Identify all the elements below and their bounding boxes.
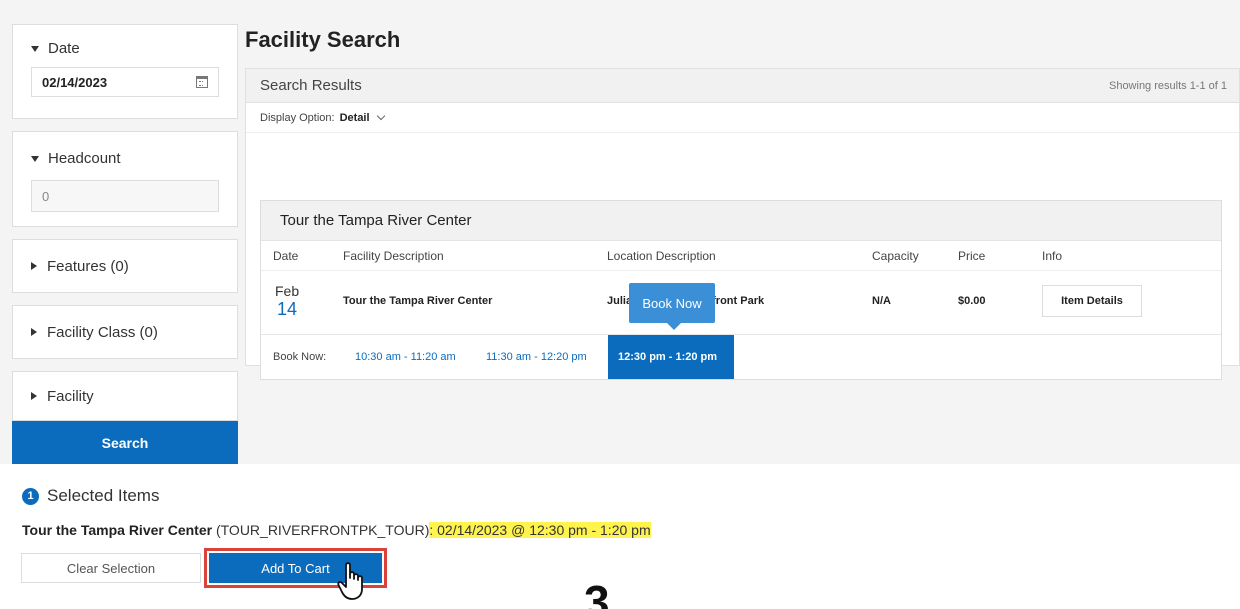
- selected-items-title: Selected Items: [47, 486, 160, 505]
- caret-right-icon: [31, 262, 37, 270]
- facility-class-label: Facility Class (0): [47, 323, 158, 341]
- facility-class-toggle[interactable]: Facility Class (0): [31, 324, 158, 341]
- chevron-down-icon[interactable]: [376, 111, 385, 120]
- row-facility: Tour the Tampa River Center: [343, 295, 493, 307]
- book-now-tooltip: Book Now: [629, 283, 715, 330]
- selected-item-name: Tour the Tampa River Center: [22, 522, 213, 538]
- main-content: Facility Search Search Results Showing r…: [245, 24, 1240, 380]
- col-price: Price: [958, 249, 986, 263]
- selected-items-header: 1 Selected Items: [22, 486, 159, 506]
- calendar-icon[interactable]: [196, 76, 208, 88]
- row-month: Feb: [275, 283, 300, 299]
- filter-sidebar: Date 02/14/2023 Headcount 0 Features (0)…: [12, 24, 238, 465]
- time-slot-1130[interactable]: 11:30 am - 12:20 pm: [486, 335, 587, 379]
- row-day: 14: [277, 299, 298, 319]
- facility-label: Facility: [47, 387, 94, 405]
- results-header: Search Results Showing results 1-1 of 1: [246, 69, 1239, 103]
- clear-selection-button[interactable]: Clear Selection: [21, 553, 201, 583]
- caret-right-icon: [31, 392, 37, 400]
- row-price: $0.00: [958, 295, 986, 307]
- col-info: Info: [1042, 249, 1063, 263]
- selected-item-line: Tour the Tampa River Center (TOUR_RIVERF…: [22, 522, 651, 538]
- page-title: Facility Search: [245, 27, 401, 52]
- row-capacity: N/A: [872, 295, 891, 307]
- table-row: Feb 14 Tour the Tampa River Center Julia…: [261, 271, 1221, 335]
- col-date: Date: [273, 249, 299, 263]
- display-option-label: Display Option:: [260, 111, 335, 124]
- display-option-select[interactable]: Detail: [340, 112, 370, 124]
- facility-panel[interactable]: Facility: [12, 371, 238, 421]
- step-number: 3: [584, 579, 610, 609]
- headcount-value: 0: [42, 188, 50, 204]
- col-location: Location Description: [607, 249, 716, 263]
- selected-count-badge: 1: [22, 487, 39, 505]
- date-panel: Date 02/14/2023: [12, 24, 238, 119]
- headcount-panel: Headcount 0: [12, 131, 238, 227]
- caret-down-icon: [31, 45, 39, 52]
- features-panel[interactable]: Features (0): [12, 239, 238, 293]
- selected-item-code: (TOUR_RIVERFRONTPK_TOUR): [215, 522, 430, 538]
- date-label: Date: [48, 40, 80, 57]
- time-slot-1030[interactable]: 10:30 am - 11:20 am: [355, 335, 456, 379]
- results-count: Showing results 1-1 of 1: [1108, 79, 1227, 92]
- search-results: Search Results Showing results 1-1 of 1 …: [245, 68, 1240, 380]
- date-toggle[interactable]: Date: [31, 40, 219, 57]
- card-title: Tour the Tampa River Center: [261, 201, 1221, 241]
- column-headers: Date Facility Description Location Descr…: [261, 241, 1221, 271]
- date-value: 02/14/2023: [42, 74, 108, 90]
- facility-toggle[interactable]: Facility: [31, 388, 94, 405]
- selected-items-section: 1 Selected Items Tour the Tampa River Ce…: [0, 464, 1240, 609]
- headcount-input[interactable]: 0: [31, 180, 219, 212]
- book-now-label: Book Now:: [273, 351, 327, 363]
- book-now-row: Book Now: 10:30 am - 11:20 am 11:30 am -…: [261, 335, 1221, 379]
- results-title: Search Results: [260, 77, 362, 94]
- caret-down-icon: [31, 155, 39, 162]
- hand-cursor-icon: [337, 562, 363, 600]
- col-facility: Facility Description: [343, 249, 444, 263]
- features-toggle[interactable]: Features (0): [31, 258, 129, 275]
- item-details-button[interactable]: Item Details: [1042, 285, 1142, 317]
- headcount-label: Headcount: [48, 150, 121, 167]
- display-option: Display Option: Detail: [246, 103, 1239, 133]
- caret-right-icon: [31, 328, 37, 336]
- time-slot-1230-selected[interactable]: 12:30 pm - 1:20 pm: [608, 335, 734, 379]
- col-capacity: Capacity: [872, 249, 919, 263]
- headcount-toggle[interactable]: Headcount: [31, 150, 219, 167]
- search-button[interactable]: Search: [12, 421, 238, 465]
- features-label: Features (0): [47, 257, 129, 275]
- facility-class-panel[interactable]: Facility Class (0): [12, 305, 238, 359]
- facility-card: Tour the Tampa River Center Date Facilit…: [260, 200, 1222, 380]
- selected-item-datetime: 02/14/2023 @ 12:30 pm - 1:20 pm: [437, 522, 651, 538]
- date-input[interactable]: 02/14/2023: [31, 67, 219, 97]
